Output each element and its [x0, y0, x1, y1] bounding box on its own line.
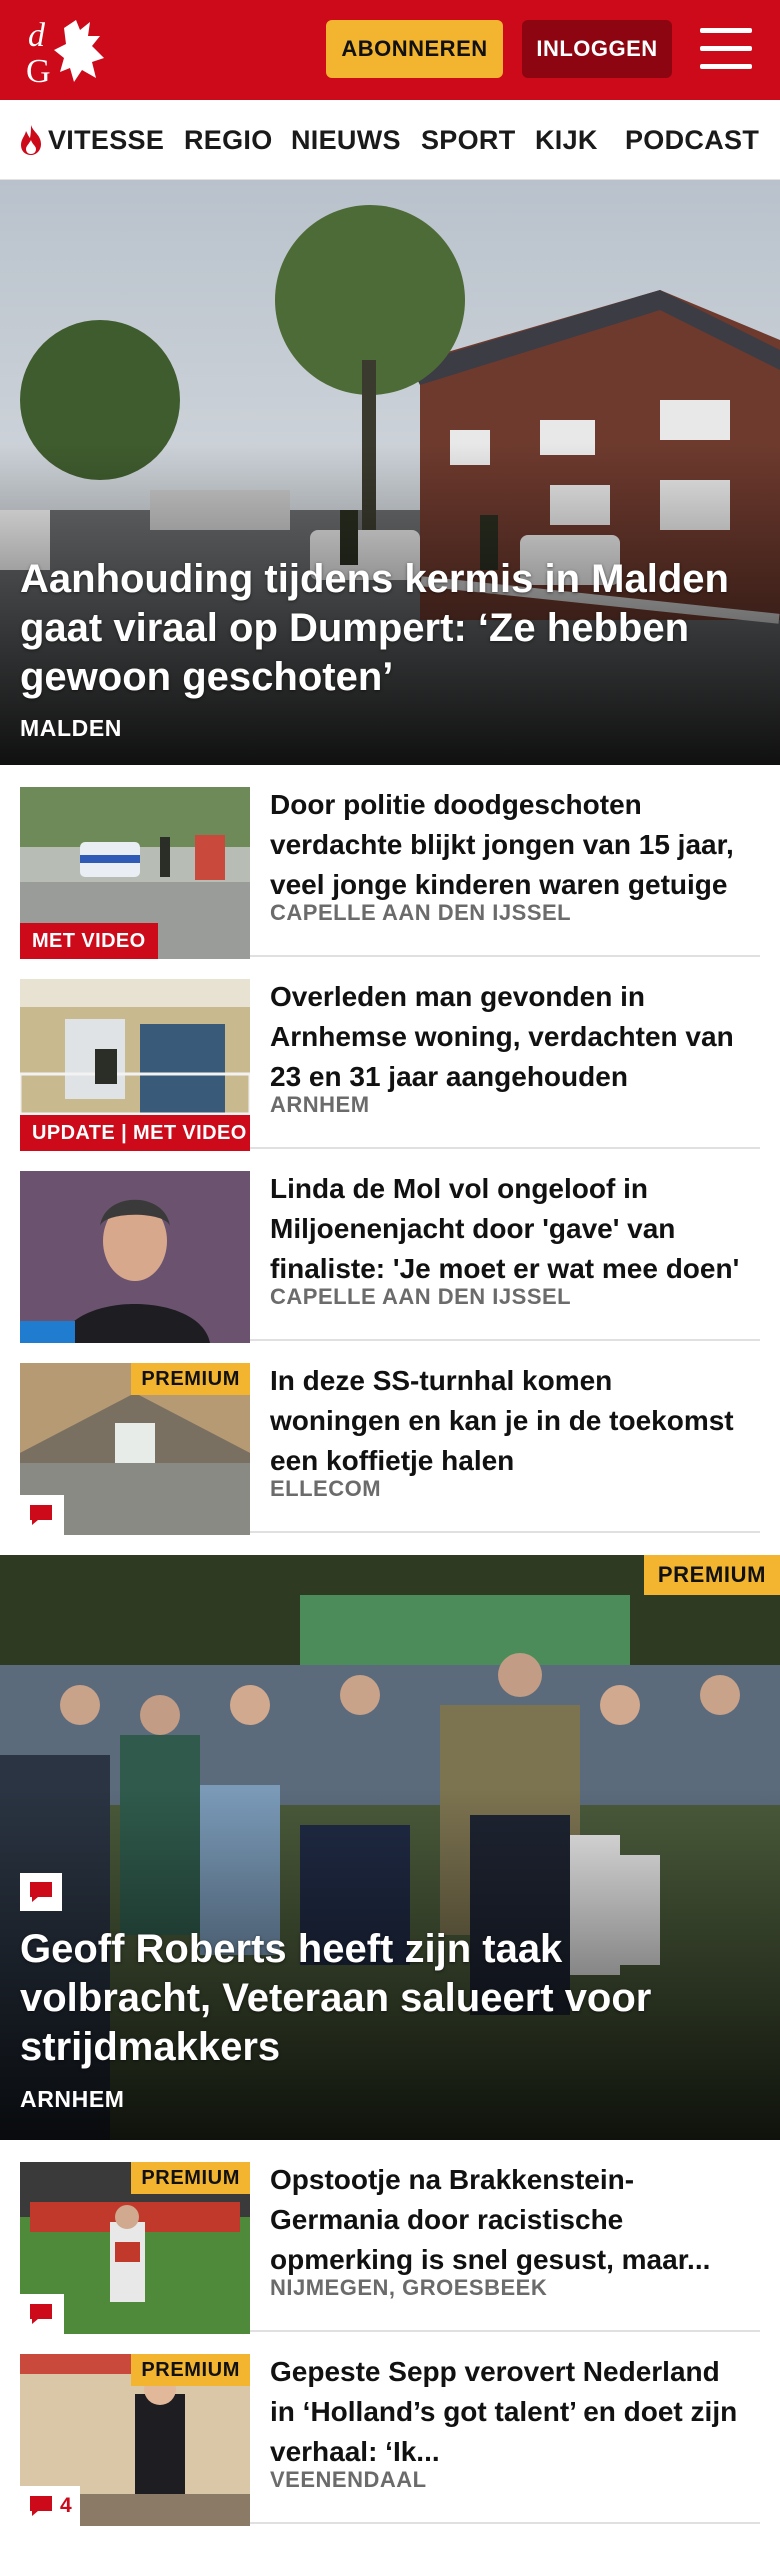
svg-text:G: G	[26, 53, 51, 86]
article-location: ARNHEM	[270, 1092, 370, 1117]
feature-title[interactable]: Geoff Roberts heeft zijn taak volbracht,…	[20, 1925, 740, 2072]
subscribe-button[interactable]: ABONNEREN	[326, 20, 503, 78]
feature-location: ARNHEM	[20, 2086, 125, 2112]
login-button[interactable]: INLOGGEN	[522, 20, 672, 78]
comment-icon	[30, 2304, 52, 2324]
nav-item-regio[interactable]: REGIO	[184, 100, 273, 180]
article-location: CAPELLE AAN DEN IJSSEL	[270, 900, 572, 925]
article-thumbnail: PREMIUM	[20, 2162, 250, 2334]
nav-item-nieuws[interactable]: NIEUWS	[291, 100, 401, 180]
article-item[interactable]: MET VIDEO Door politie doodgeschoten ver…	[20, 765, 760, 959]
comments-indicator[interactable]	[20, 2294, 64, 2334]
article-thumbnail	[20, 1171, 250, 1343]
article-item[interactable]: Linda de Mol vol ongeloof in Miljoenenja…	[20, 1149, 760, 1343]
premium-badge: PREMIUM	[643, 1555, 780, 1595]
premium-badge: PREMIUM	[131, 2162, 250, 2194]
hero-article[interactable]: Aanhouding tijdens kermis in Malden gaat…	[0, 180, 780, 765]
comment-icon	[30, 2496, 52, 2516]
article-item[interactable]: PREMIUM 4 Gepeste Sepp verovert Nederlan…	[20, 2332, 760, 2526]
nav-item-vitesse[interactable]: VITESSE	[18, 100, 164, 180]
article-thumbnail: PREMIUM	[20, 1363, 250, 1535]
article-thumbnail: MET VIDEO	[20, 787, 250, 959]
article-title[interactable]: Gepeste Sepp verovert Nederland in ‘Holl…	[270, 2352, 750, 2472]
comment-icon	[30, 1505, 52, 1525]
article-item[interactable]: UPDATE | MET VIDEO Overleden man gevonde…	[20, 957, 760, 1151]
nav-item-sport[interactable]: SPORT	[421, 100, 516, 180]
update-video-badge: UPDATE | MET VIDEO	[20, 1115, 250, 1151]
hero-title[interactable]: Aanhouding tijdens kermis in Malden gaat…	[20, 555, 760, 702]
article-location: NIJMEGEN, GROESBEEK	[270, 2275, 548, 2300]
comments-indicator[interactable]	[20, 1873, 62, 1911]
article-title[interactable]: Overleden man gevonden in Arnhemse wonin…	[270, 977, 750, 1097]
article-thumbnail: UPDATE | MET VIDEO	[20, 979, 250, 1151]
section-nav: VITESSE REGIO NIEUWS SPORT KIJK PODCAST	[0, 100, 780, 180]
article-item[interactable]: PREMIUM Opstootje na Brakkenstein-German…	[20, 2140, 760, 2334]
article-title[interactable]: In deze SS-turnhal komen woningen en kan…	[270, 1361, 750, 1481]
comments-indicator[interactable]: 4	[20, 2486, 80, 2526]
feature-article[interactable]: PREMIUM Geoff Roberts heeft zijn taak vo…	[0, 1555, 780, 2140]
video-badge: MET VIDEO	[20, 923, 158, 959]
hero-location: MALDEN	[20, 715, 122, 741]
premium-badge: PREMIUM	[131, 1363, 250, 1395]
comments-indicator[interactable]	[20, 1495, 64, 1535]
article-title[interactable]: Opstootje na Brakkenstein-Germania door …	[270, 2160, 750, 2280]
premium-badge: PREMIUM	[131, 2354, 250, 2386]
comment-icon	[30, 1882, 52, 1902]
article-location: VEENENDAAL	[270, 2467, 427, 2492]
nav-label: VITESSE	[48, 124, 165, 155]
article-location: CAPELLE AAN DEN IJSSEL	[270, 1284, 572, 1309]
article-item[interactable]: PREMIUM In deze SS-turnhal komen woninge…	[20, 1341, 760, 1535]
logo[interactable]: d G	[24, 14, 114, 90]
article-thumbnail: PREMIUM 4	[20, 2354, 250, 2526]
nav-item-kijk[interactable]: KIJK	[535, 100, 598, 180]
svg-text:d: d	[28, 17, 46, 54]
article-title[interactable]: Linda de Mol vol ongeloof in Miljoenenja…	[270, 1169, 750, 1289]
article-title[interactable]: Door politie doodgeschoten verdachte bli…	[270, 785, 750, 905]
article-location: ELLECOM	[270, 1476, 382, 1501]
flame-icon	[21, 125, 41, 155]
top-bar: d G ABONNEREN INLOGGEN	[0, 0, 780, 100]
nav-item-podcast[interactable]: PODCAST	[625, 100, 759, 180]
comment-count: 4	[60, 2494, 72, 2517]
menu-icon[interactable]	[700, 26, 752, 72]
